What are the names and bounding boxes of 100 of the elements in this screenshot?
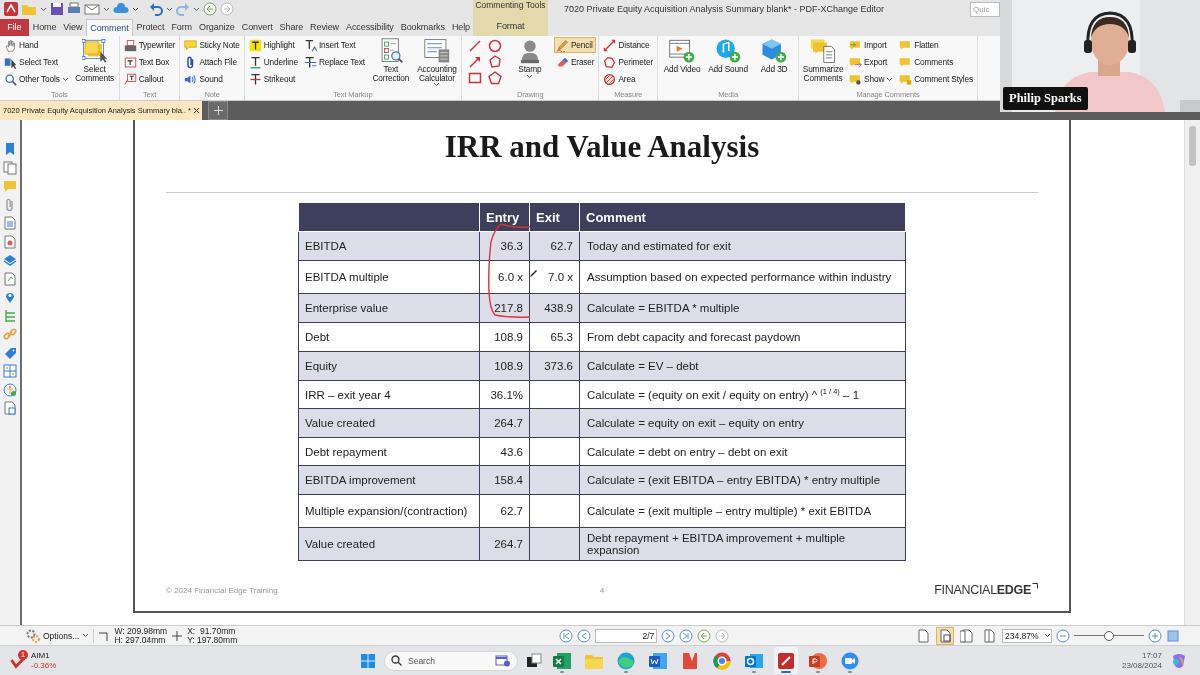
ribbon-tool[interactable]: Import [847,37,896,53]
tag-icon[interactable] [3,345,17,360]
forward-icon[interactable] [715,628,730,643]
next-page-icon[interactable] [661,628,676,643]
caret-icon [40,6,47,12]
ribbon-tab[interactable]: Accessibility [343,19,397,36]
assistant-icon[interactable] [1170,651,1188,670]
slider-thumb[interactable] [1104,630,1114,641]
ribbon-tool[interactable]: Sound [182,71,242,87]
document-icon[interactable] [3,271,17,286]
ribbon-button[interactable]: Select Comments [72,37,117,83]
start-icon[interactable] [360,652,376,669]
close-icon[interactable] [193,107,200,114]
ribbon-tool[interactable]: Underline [246,54,300,70]
ribbon-tool[interactable]: Show [847,71,896,87]
ribbon-button[interactable]: Add 3D [752,37,797,74]
ribbon-tool[interactable]: Distance [601,37,656,53]
table-cell: Debt repayment [298,437,480,466]
ribbon-tool[interactable]: Typewriter [121,37,178,53]
cloud-icon[interactable] [113,2,129,16]
ribbon-tool[interactable]: Text Box [121,54,178,70]
ribbon-tab[interactable]: Convert [238,19,276,36]
ribbon-tab[interactable]: File [0,19,29,36]
new-tab-button[interactable] [208,101,228,120]
document-icon[interactable] [3,216,17,230]
ribbon-tab[interactable]: View [60,19,86,36]
fit-page-icon[interactable] [936,626,954,645]
ribbon-button[interactable]: Summarize Comments [801,37,846,83]
ribbon-tool[interactable]: Export [847,54,896,70]
undo-icon[interactable] [149,2,163,16]
ribbon-tool[interactable]: Comment Styles [897,71,975,87]
bookmark-icon[interactable] [3,142,17,156]
table-cell: Multiple expansion/(contraction) [298,494,480,528]
accessibility-icon[interactable] [3,382,17,397]
crosshair-icon [171,629,184,642]
table-cell: From debt capacity and forecast paydown [579,322,906,352]
ribbon-tool[interactable]: Other Tools [2,71,71,87]
pages-icon[interactable] [3,160,17,175]
ribbon-tab[interactable]: Comment [86,19,133,36]
ribbon-button[interactable]: Text Correction [368,37,413,83]
ribbon-tool[interactable]: Perimeter [601,54,656,70]
two-pages-icon[interactable] [958,626,976,645]
mail-icon[interactable] [84,2,100,16]
ribbon-tool[interactable]: Attach File [182,54,242,70]
ribbon-tab[interactable]: Protect [133,19,168,36]
ribbon-tab[interactable]: Format [493,18,528,35]
ribbon-button[interactable]: Add Video [660,37,705,74]
back-icon[interactable] [697,628,712,643]
ribbon-tool[interactable]: Highlight [246,37,300,53]
ribbon-tab[interactable]: Organize [196,19,238,36]
ribbon-tab[interactable]: Bookmarks [397,19,448,36]
caret-icon [886,76,894,82]
redo-icon[interactable] [176,2,190,16]
pdf-icon[interactable] [774,647,798,674]
ribbon-tool[interactable]: Area [601,71,656,87]
ribbon-tab[interactable]: Help [448,19,473,36]
app-logo-icon[interactable] [4,2,18,16]
ribbon-button[interactable]: Stamp [507,37,552,79]
previous-page-icon[interactable] [577,628,592,643]
options-button[interactable]: Options... [26,628,95,643]
search-field[interactable]: Search [384,650,518,671]
ribbon-tab[interactable]: Home [29,19,60,36]
task-view-icon[interactable] [526,652,542,669]
save-icon[interactable] [50,2,64,16]
ribbon-tab[interactable]: Share [276,19,307,36]
first-page-icon[interactable] [559,628,574,643]
grid-icon[interactable] [3,364,17,378]
last-page-icon[interactable] [679,628,694,643]
zoom-field[interactable]: 234.87% [1002,628,1052,643]
structure-icon[interactable] [3,308,17,323]
forward-icon[interactable] [220,2,234,16]
link-icon[interactable] [3,327,17,341]
zoom-out-icon[interactable] [1056,628,1070,643]
ribbon-tool[interactable]: Pencil [553,37,597,53]
ribbon-tool[interactable]: Strikeout [246,71,300,87]
ribbon-tab[interactable]: Form [168,19,196,36]
location-pin-icon[interactable] [3,290,17,304]
back-icon[interactable] [203,2,217,16]
comment-icon[interactable] [3,179,17,193]
zoom-in-icon[interactable] [1148,628,1162,643]
ribbon-button[interactable]: Accounting Calculator [414,37,459,88]
ribbon-tool[interactable]: Select Text [2,54,71,70]
ribbon-tab[interactable]: Review [307,19,343,36]
ribbon-tool[interactable]: Insert Text [301,37,367,53]
ribbon-tool[interactable]: Flatten [897,37,975,53]
document-icon[interactable] [3,234,17,249]
ribbon-tool[interactable]: Eraser [553,54,597,70]
ribbon-tool[interactable]: Sticky Note [182,37,242,53]
ribbon-tool[interactable]: Callout [121,71,178,87]
ribbon-tool[interactable]: Replace Text [301,54,367,70]
layout-icon[interactable] [1166,628,1180,643]
ribbon-tool[interactable]: Hand [2,37,71,53]
caret-icon [526,73,534,79]
page-field[interactable]: 2/7 [595,628,658,643]
document-icon[interactable] [3,401,17,415]
ribbon-tool[interactable]: Comments [897,54,975,70]
ribbon-button[interactable]: Add Sound [706,37,751,74]
scroll-thumb[interactable] [1189,126,1196,166]
print-icon[interactable] [67,2,81,16]
layers-icon[interactable] [3,253,17,267]
